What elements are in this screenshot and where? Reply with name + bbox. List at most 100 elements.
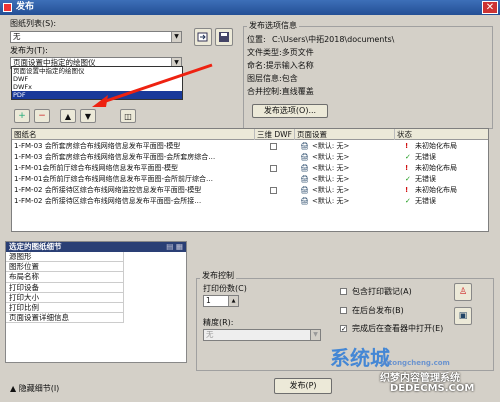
document-icon: ▣ — [458, 311, 468, 321]
group-title: 发布控制 — [200, 270, 236, 281]
page-setup-cell[interactable]: <默认: 无> — [312, 174, 392, 185]
sheet-name-cell: 1-FM-02 会所接待区综合布线网络信息发布平面图-会所接… — [14, 197, 202, 205]
table-row[interactable]: 1-FM-01会所前厅综合布线网络信息发布平面图-模型 🖨 <默认: 无>! 未初始化… — [12, 163, 488, 174]
col-3d-dwf[interactable]: 三维 DWF — [255, 129, 295, 140]
dwf3d-checkbox[interactable] — [270, 187, 277, 194]
copies-value: 1 — [206, 296, 211, 305]
save-sheet-list-button[interactable] — [215, 28, 233, 46]
col-status[interactable]: 状态 — [395, 129, 488, 140]
location-value: C:\Users\中拓2018\documents\ — [272, 35, 395, 44]
remove-icon: − — [38, 111, 46, 121]
background-publish-checkbox[interactable] — [340, 307, 347, 314]
include-stamp-label: 包含打印戳记(A) — [352, 287, 412, 296]
dwf3d-checkbox[interactable] — [270, 165, 277, 172]
window-title: 发布 — [16, 2, 35, 12]
sheet-name-cell: 1-FM-03 会所套房综合布线网络信息发布平面图-会所套房综合… — [14, 153, 216, 161]
move-down-button[interactable]: ▼ — [80, 109, 96, 123]
background-publish-label: 在后台发布(B) — [352, 306, 404, 315]
spinner-icon[interactable]: ▲ — [228, 296, 238, 306]
table-row[interactable]: 1-FM-02 会所接待区综合布线网络监控信息发布平面图-模型 🖨 <默认: 无>!… — [12, 185, 488, 196]
publish-to-label: 发布为(T): — [10, 46, 48, 55]
publish-options-button[interactable]: 发布选项(O)... — [252, 104, 328, 118]
details-row: 打印设备 — [6, 282, 124, 293]
table-row[interactable]: 1-FM-01会所前厅综合布线网络信息发布平面图-会所前厅综合… 🖨 <默认: 无>… — [12, 174, 488, 185]
include-stamp-checkbox[interactable] — [340, 288, 347, 295]
copies-label: 打印份数(C) — [203, 284, 247, 293]
open-viewer-label: 完成后在查看器中打开(E) — [352, 324, 444, 333]
close-window-button[interactable]: ✕ — [482, 1, 498, 14]
status-cell: 无错误 — [415, 197, 436, 205]
add-icon: + — [18, 111, 26, 121]
sheet-list-select[interactable]: 无 ▼ — [10, 31, 182, 43]
publish-settings-button[interactable]: ▣ — [454, 307, 472, 325]
details-title: 选定的图纸细节 ▤ ▦ — [6, 242, 186, 252]
table-row[interactable]: 1-FM-03 会所套房综合布线网络信息发布平面图-模型 🖨 <默认: 无>! 未初始… — [12, 141, 488, 152]
sheet-name-cell: 1-FM-03 会所套房综合布线网络信息发布平面图-模型 — [14, 142, 181, 150]
warning-icon: ! — [405, 164, 409, 172]
details-row: 图形位置 — [6, 262, 124, 273]
remove-sheets-button[interactable]: − — [34, 109, 50, 123]
copies-input[interactable]: 1 ▲ — [203, 295, 239, 307]
collapse-icon: ▲ — [10, 384, 17, 393]
chevron-down-icon: ▼ — [171, 32, 181, 42]
details-row: 布局名称 — [6, 272, 124, 283]
page-setup-icon: 🖨 — [300, 186, 309, 194]
page-setup-icon: 🖨 — [300, 164, 309, 172]
page-setup-cell[interactable]: <默认: 无> — [312, 163, 392, 174]
precision-select[interactable]: 无 ▼ — [203, 329, 321, 341]
status-cell: 无错误 — [415, 153, 436, 161]
status-cell: 未初始化布局 — [415, 164, 457, 172]
dialog-body: 图纸列表(S): 无 ▼ 发布为(T): 页面设置中指定的绘图仪 ▼ 页面设置中… — [0, 15, 500, 402]
load-icon — [197, 32, 208, 42]
open-viewer-checkbox[interactable]: ✓ — [340, 325, 347, 333]
sheet-list-label: 图纸列表(S): — [10, 19, 57, 28]
arrow-down-icon: ▼ — [84, 111, 92, 121]
hide-details-link[interactable]: ▲ 隐藏细节(I) — [10, 383, 59, 394]
precision-label: 精度(R): — [203, 318, 234, 327]
dwf3d-checkbox[interactable] — [270, 143, 277, 150]
preview-button[interactable]: ◫ — [120, 109, 136, 123]
move-up-button[interactable]: ▲ — [60, 109, 76, 123]
app-icon — [3, 3, 12, 12]
stamp-icon: ♙ — [458, 287, 468, 297]
details-row: 打印大小 — [6, 292, 124, 303]
location-label: 位置: — [247, 35, 266, 44]
details-title-text: 选定的图纸细节 — [9, 242, 62, 251]
page-setup-icon: 🖨 — [300, 197, 309, 205]
table-row[interactable]: 1-FM-02 会所接待区综合布线网络信息发布平面图-会所接… 🖨 <默认: 无> ✓… — [12, 196, 488, 207]
page-setup-cell[interactable]: <默认: 无> — [312, 196, 392, 207]
add-sheets-button[interactable]: + — [14, 109, 30, 123]
page-setup-cell[interactable]: <默认: 无> — [312, 152, 392, 163]
precision-value: 无 — [206, 330, 214, 339]
col-sheet-name[interactable]: 图纸名 — [12, 129, 255, 140]
watermark-url: xitongcheng.com — [382, 359, 450, 367]
watermark-text: 织梦内容管理系统 — [380, 373, 460, 384]
naming: 命名:提示输入名称 — [247, 61, 314, 70]
watermark-text: DEDECMS.COM — [390, 383, 475, 394]
chevron-down-icon: ▼ — [310, 330, 320, 340]
warning-icon: ! — [405, 142, 409, 150]
page-setup-icon: 🖨 — [300, 153, 309, 161]
check-icon: ✓ — [405, 175, 411, 183]
load-sheet-list-button[interactable] — [194, 28, 212, 46]
panel-tools-icon[interactable]: ▤ ▦ — [166, 242, 183, 252]
table-row[interactable]: 1-FM-03 会所套房综合布线网络信息发布平面图-会所套房综合… 🖨 <默认: 无… — [12, 152, 488, 163]
page-setup-cell[interactable]: <默认: 无> — [312, 141, 392, 152]
status-cell: 未初始化布局 — [415, 142, 457, 150]
red-arrow-annotation — [92, 63, 213, 107]
sheet-name-cell: 1-FM-02 会所接待区综合布线网络监控信息发布平面图-模型 — [14, 186, 202, 194]
details-row: 打印比例 — [6, 302, 124, 314]
publish-button[interactable]: 发布(P) — [274, 378, 332, 394]
file-type: 文件类型:多页文件 — [247, 48, 314, 57]
sheet-name-cell: 1-FM-01会所前厅综合布线网络信息发布平面图-模型 — [14, 164, 179, 172]
status-cell: 未初始化布局 — [415, 186, 457, 194]
status-cell: 无错误 — [415, 175, 436, 183]
col-page-setup[interactable]: 页面设置 — [295, 129, 395, 140]
check-icon: ✓ — [405, 153, 411, 161]
arrow-up-icon: ▲ — [64, 111, 72, 121]
sheet-name-cell: 1-FM-01会所前厅综合布线网络信息发布平面图-会所前厅综合… — [14, 175, 214, 183]
stamp-settings-button[interactable]: ♙ — [454, 283, 472, 301]
details-rows: 源图形 图形位置 布局名称 打印设备 打印大小 打印比例 页面设置详细信息 — [6, 252, 186, 324]
page-setup-cell[interactable]: <默认: 无> — [312, 185, 392, 196]
merge-control: 合并控制:直线覆盖 — [247, 87, 314, 96]
